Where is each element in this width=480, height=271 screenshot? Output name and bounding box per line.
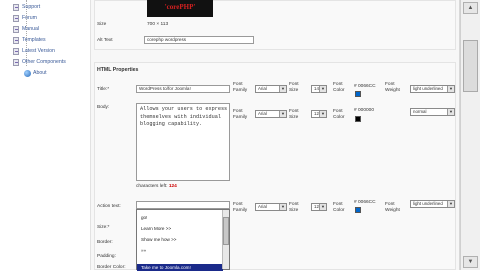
page-icon — [13, 15, 19, 22]
sidebar-item-forum[interactable]: Forum — [13, 14, 37, 23]
color-swatch[interactable] — [355, 116, 361, 122]
font-weight-value: normal — [413, 109, 427, 114]
chars-left-label: characters left: — [136, 184, 168, 189]
sidebar-item-label: Support — [22, 4, 41, 10]
chevron-down-icon: ▼ — [319, 111, 326, 117]
section-heading: HTML Properties — [97, 67, 139, 73]
page-icon — [13, 26, 19, 33]
font-family-select[interactable]: Arial ▼ — [255, 203, 287, 211]
dropdown-option-selected[interactable]: Take me to Joomla.com! — [141, 265, 191, 270]
font-weight-label: Font Weight — [385, 82, 400, 93]
font-weight-select[interactable]: light underlined ▼ — [410, 85, 455, 93]
sidebar-item-latest-version[interactable]: Latest Version — [13, 47, 55, 56]
font-family-select[interactable]: Arial ▼ — [255, 85, 287, 93]
image-size-value: 700 × 113 — [147, 22, 169, 27]
action-text-dropdown[interactable]: go! Learn More >> Show me how >> »» Take… — [136, 209, 230, 271]
font-color-label: Font Color — [333, 202, 345, 213]
body-textarea[interactable]: Allows your users to express themselves … — [136, 103, 230, 181]
font-family-label: Font Family — [233, 82, 248, 93]
page-icon — [13, 48, 19, 55]
scroll-thumb[interactable] — [463, 40, 478, 92]
body-label: Body: — [97, 105, 110, 110]
chars-left: characters left: 124 — [136, 184, 177, 189]
font-weight-select[interactable]: normal ▼ — [410, 108, 455, 116]
font-family-value: Arial — [258, 86, 267, 91]
globe-icon — [24, 70, 31, 77]
dropdown-option[interactable]: go! — [141, 215, 147, 220]
action-text-input[interactable] — [136, 201, 230, 209]
logo-text: 'corePHP' — [164, 3, 196, 11]
font-size-select[interactable]: 12 ▼ — [311, 110, 327, 118]
sidebar-item-support[interactable]: Support — [13, 3, 41, 12]
font-size-label: Font Size — [289, 82, 299, 93]
logo-image: 'corePHP' — [147, 0, 213, 17]
sidebar-item-other-components[interactable]: Other Components — [13, 58, 66, 67]
sidebar-item-about[interactable]: About — [24, 69, 47, 78]
font-weight-label: Font Weight — [385, 202, 400, 213]
font-color-hex[interactable]: # 000000 — [354, 108, 374, 113]
page-icon — [13, 4, 19, 11]
sidebar: Support Forum Manual Templates Latest Ve… — [0, 0, 90, 270]
sidebar-item-label: Other Components — [22, 59, 66, 65]
sidebar-item-templates[interactable]: Templates — [13, 36, 46, 45]
font-size-select[interactable]: 12 ▼ — [311, 203, 327, 211]
title-label: Title:* — [97, 87, 110, 92]
size-label: Size:* — [97, 225, 110, 230]
color-swatch[interactable] — [355, 91, 361, 97]
font-weight-value: light underlined — [413, 201, 443, 206]
title-input[interactable]: WordPress to/for Joomla! — [136, 85, 230, 93]
dropdown-option[interactable]: Show me how >> — [141, 237, 177, 242]
chevron-down-icon: ▼ — [447, 86, 454, 92]
border-label: Border: — [97, 240, 113, 245]
font-size-select[interactable]: 14 ▼ — [311, 85, 327, 93]
action-text-label: Action text: — [97, 204, 121, 209]
font-color-hex[interactable]: # 0066CC — [354, 84, 376, 89]
border-color-label: Border Color: — [97, 265, 126, 270]
chevron-down-icon: ▼ — [447, 109, 454, 115]
font-size-label: Font Size — [289, 109, 299, 120]
page-icon — [13, 59, 19, 66]
font-weight-value: light underlined — [413, 86, 443, 91]
chevron-down-icon: ▼ — [279, 204, 286, 210]
chevron-down-icon: ▼ — [447, 201, 454, 207]
scroll-thumb[interactable] — [223, 217, 229, 245]
font-size-label: Font Size — [289, 202, 299, 213]
font-weight-select[interactable]: light underlined ▼ — [410, 200, 455, 208]
sidebar-item-label: Forum — [22, 15, 37, 21]
font-color-hex[interactable]: # 0066CC — [354, 200, 376, 205]
sidebar-item-label: Latest Version — [22, 48, 55, 54]
sidebar-item-label: About — [33, 70, 47, 76]
page-icon — [13, 37, 19, 44]
dropdown-option[interactable]: Learn More >> — [141, 226, 171, 231]
chevron-down-icon: ▼ — [279, 111, 286, 117]
chars-left-value: 124 — [168, 184, 177, 189]
sidebar-item-label: Manual — [22, 26, 40, 32]
dropdown-option[interactable]: »» — [141, 248, 146, 253]
font-color-label: Font Color — [333, 82, 345, 93]
font-family-value: Arial — [258, 204, 267, 209]
page-scrollbar[interactable]: ▲ ▼ — [460, 0, 480, 270]
scroll-down-icon[interactable]: ▼ — [463, 256, 478, 268]
font-family-select[interactable]: Arial ▼ — [255, 110, 287, 118]
font-family-label: Font Family — [233, 109, 248, 120]
color-swatch[interactable] — [355, 207, 361, 213]
alt-text-label: Alt Text — [97, 38, 113, 43]
font-family-value: Arial — [258, 111, 267, 116]
size-label: Size — [97, 22, 107, 27]
padding-label: Padding: — [97, 254, 116, 259]
sidebar-item-label: Templates — [22, 37, 46, 43]
chevron-down-icon: ▼ — [279, 86, 286, 92]
scroll-up-icon[interactable]: ▲ — [463, 2, 478, 14]
chevron-down-icon: ▼ — [319, 204, 326, 210]
alt-text-input[interactable]: corephp wordpress — [144, 36, 254, 44]
chevron-down-icon: ▼ — [319, 86, 326, 92]
font-color-label: Font Color — [333, 109, 345, 120]
sidebar-item-manual[interactable]: Manual — [13, 25, 40, 34]
font-family-label: Font Family — [233, 202, 248, 213]
dropdown-scrollbar[interactable] — [222, 210, 229, 269]
